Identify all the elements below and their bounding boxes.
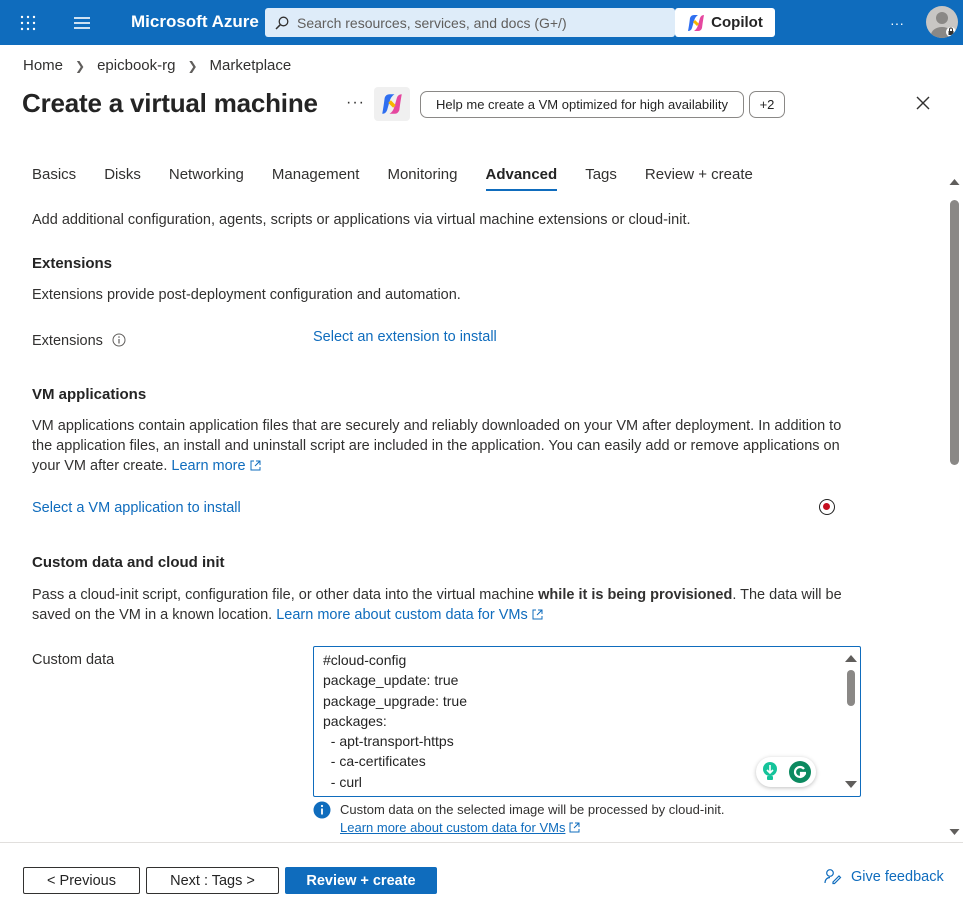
copilot-icon	[688, 14, 705, 31]
extensions-heading: Extensions	[32, 255, 113, 272]
info-icon	[313, 801, 331, 819]
extensions-label: Extensions	[32, 331, 126, 351]
external-link-icon	[569, 822, 580, 833]
more-suggestions-pill[interactable]: +2	[749, 91, 785, 118]
copilot-button[interactable]: Copilot	[675, 8, 775, 37]
custom-data-label: Custom data	[32, 652, 115, 668]
page-scrollbar[interactable]	[946, 172, 963, 842]
give-feedback-link[interactable]: Give feedback	[824, 868, 944, 886]
code-line: package_upgrade: true	[323, 692, 467, 709]
tab-advanced[interactable]: Advanced	[485, 166, 557, 191]
select-extension-link[interactable]: Select an extension to install	[313, 327, 497, 347]
custom-data-desc-part1: Pass a cloud-init script, configuration …	[32, 587, 535, 603]
breadcrumb-home[interactable]: Home	[23, 57, 63, 74]
code-line: - apt-transport-https	[323, 733, 454, 750]
code-line: package_update: true	[323, 672, 459, 689]
extensions-description: Extensions provide post-deployment confi…	[32, 287, 461, 303]
intro-text: Add additional configuration, agents, sc…	[32, 212, 691, 228]
vm-applications-heading: VM applications	[32, 386, 147, 403]
custom-data-learn-more-link[interactable]: Learn more about custom data for VMs	[276, 607, 527, 623]
breadcrumb: Home ❯ epicbook-rg ❯ Marketplace	[23, 57, 291, 74]
custom-data-desc-line2-text: saved on the VM in a known location.	[32, 607, 273, 623]
tab-basics[interactable]: Basics	[32, 166, 76, 191]
breadcrumb-resource-group[interactable]: epicbook-rg	[97, 57, 175, 74]
previous-button[interactable]: < Previous	[23, 867, 140, 894]
select-vm-application-link[interactable]: Select a VM application to install	[32, 498, 241, 518]
code-line: #cloud-config	[323, 652, 407, 668]
tab-networking[interactable]: Networking	[169, 166, 244, 191]
title-more-options-icon[interactable]: ···	[346, 94, 365, 112]
search-icon	[275, 16, 289, 30]
external-link-icon	[250, 460, 261, 471]
vm-applications-desc-line1: VM applications contain application file…	[32, 418, 842, 434]
custom-data-desc-line2: saved on the VM in a known location. Lea…	[32, 605, 543, 625]
vm-applications-desc-line2: the application files, an install and un…	[32, 438, 840, 454]
close-icon[interactable]	[914, 94, 932, 112]
lightbulb-icon[interactable]	[760, 761, 780, 783]
grammarly-widget[interactable]	[756, 757, 816, 787]
app-launcher-icon[interactable]	[14, 0, 42, 45]
footer-divider	[0, 842, 963, 843]
textarea-scrollbar[interactable]	[842, 647, 860, 796]
custom-data-desc-part2: . The data will be	[732, 587, 842, 603]
info-icon[interactable]	[112, 333, 126, 347]
copilot-icon	[382, 94, 402, 114]
custom-data-desc-bold: while it is being provisioned	[538, 587, 733, 603]
copilot-label: Copilot	[711, 14, 763, 31]
custom-data-desc-line1: Pass a cloud-init script, configuration …	[32, 585, 842, 605]
tab-disks[interactable]: Disks	[104, 166, 141, 191]
page-title: Create a virtual machine	[22, 88, 318, 118]
vm-applications-desc-line3: your VM after create. Learn more	[32, 456, 261, 476]
custom-data-textarea[interactable]: #cloud-config package_update: true packa…	[313, 646, 861, 797]
grammarly-icon[interactable]	[788, 760, 812, 784]
copilot-suggestion-button[interactable]	[374, 87, 410, 121]
top-bar: Microsoft Azure Search resources, servic…	[0, 0, 963, 45]
next-tags-button[interactable]: Next : Tags >	[146, 867, 279, 894]
avatar[interactable]	[926, 6, 958, 38]
tab-review-create[interactable]: Review + create	[645, 166, 753, 191]
search-placeholder: Search resources, services, and docs (G+…	[297, 14, 567, 31]
more-options-icon[interactable]: ···	[885, 0, 909, 45]
extensions-label-text: Extensions	[32, 333, 103, 349]
feedback-icon	[824, 869, 842, 885]
chevron-right-icon: ❯	[187, 58, 198, 73]
tab-monitoring[interactable]: Monitoring	[387, 166, 457, 191]
info-learn-more-link[interactable]: Learn more about custom data for VMs	[340, 820, 565, 835]
tab-management[interactable]: Management	[272, 166, 360, 191]
brand-title[interactable]: Microsoft Azure	[131, 12, 259, 32]
info-learn-more: Learn more about custom data for VMs	[340, 820, 580, 835]
give-feedback-label: Give feedback	[851, 869, 944, 885]
chevron-right-icon: ❯	[75, 58, 86, 73]
search-input[interactable]: Search resources, services, and docs (G+…	[265, 8, 675, 37]
vm-applications-desc-line3-text: your VM after create.	[32, 458, 168, 474]
hamburger-menu-icon[interactable]	[68, 0, 96, 45]
record-indicator-icon	[819, 499, 835, 515]
info-text: Custom data on the selected image will b…	[340, 802, 725, 817]
custom-data-heading: Custom data and cloud init	[32, 554, 225, 571]
vm-applications-learn-more-link[interactable]: Learn more	[171, 458, 245, 474]
tab-tags[interactable]: Tags	[585, 166, 617, 191]
tab-bar: Basics Disks Networking Management Monit…	[32, 166, 781, 191]
code-line: packages:	[323, 712, 387, 729]
breadcrumb-marketplace[interactable]: Marketplace	[210, 57, 292, 74]
review-create-button[interactable]: Review + create	[285, 867, 437, 894]
external-link-icon	[532, 609, 543, 620]
copilot-suggestion-pill[interactable]: Help me create a VM optimized for high a…	[420, 91, 744, 118]
